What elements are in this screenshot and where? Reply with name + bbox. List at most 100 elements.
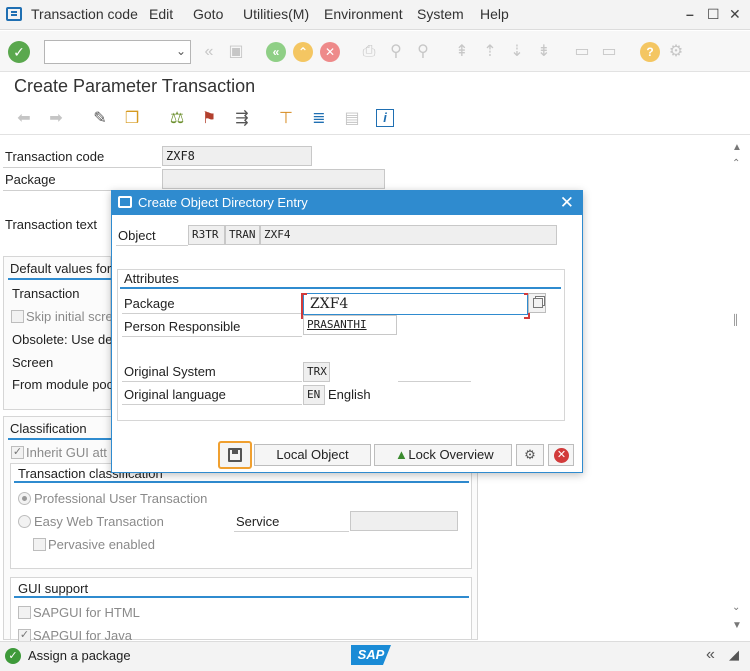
double-chevron-left-icon[interactable]: « xyxy=(200,43,218,61)
maximize-icon[interactable]: ☐ xyxy=(707,6,720,23)
scroll-down-small-icon[interactable]: ⌄ xyxy=(732,602,740,613)
display-change-icon[interactable]: ✎ xyxy=(90,109,110,129)
other-options-button[interactable]: ⚙ xyxy=(516,444,544,466)
dialog-close-icon[interactable]: ✕ xyxy=(560,193,574,213)
vertical-scrollbar[interactable]: ▲ ⌃ ║ ⌄ ▼ xyxy=(730,140,744,640)
other-object-icon[interactable]: ❒ xyxy=(122,109,142,129)
menu-edit[interactable]: Edit xyxy=(149,6,173,22)
menu-environment[interactable]: Environment xyxy=(324,6,403,22)
status-message: Assign a package xyxy=(28,648,131,663)
last-page-icon[interactable]: ⇟ xyxy=(535,43,553,61)
skip-initial-checkbox[interactable] xyxy=(11,310,24,323)
close-window-icon[interactable]: ✕ xyxy=(729,6,741,23)
from-module-label: From module poo xyxy=(12,377,114,392)
menu-help[interactable]: Help xyxy=(480,6,509,22)
obsolete-label: Obsolete: Use de xyxy=(12,332,113,347)
enter-check-icon[interactable]: ✓ xyxy=(8,41,30,63)
collapse-status-icon[interactable]: « xyxy=(706,646,715,664)
classification-header: Classification xyxy=(10,421,87,436)
menu-system[interactable]: System xyxy=(417,6,464,22)
object-list-icon[interactable]: ≣ xyxy=(309,109,329,129)
first-page-icon[interactable]: ⇞ xyxy=(453,43,471,61)
back-icon[interactable]: « xyxy=(266,42,286,62)
cancel-icon[interactable]: ✕ xyxy=(320,42,340,62)
exit-icon[interactable]: ⌃ xyxy=(293,42,313,62)
service-label: Service xyxy=(236,514,280,529)
transaction-code-field: ZXF8 xyxy=(162,146,312,166)
menu-utilities[interactable]: Utilities(M) xyxy=(243,6,309,22)
package-label: Package xyxy=(5,172,56,187)
scroll-up-small-icon[interactable]: ⌃ xyxy=(732,158,740,169)
find-icon[interactable]: ⚲ xyxy=(387,43,405,61)
sapgui-html-checkbox[interactable] xyxy=(18,606,31,619)
menu-transaction-code[interactable]: Transaction code xyxy=(31,6,138,22)
check-object-icon[interactable]: ⚖ xyxy=(167,109,187,129)
shortcut-icon[interactable]: ▭ xyxy=(600,43,618,61)
transport-icon: ⚙ xyxy=(524,447,536,462)
screen-label: Screen xyxy=(12,355,54,370)
minimize-icon[interactable]: – xyxy=(686,6,694,22)
arrow-left-icon[interactable]: ⬅ xyxy=(14,109,34,129)
settings-gear-icon[interactable]: ⚙ xyxy=(667,43,685,61)
save-button[interactable] xyxy=(218,441,252,469)
activate-icon[interactable]: ⚑ xyxy=(199,109,219,129)
object-label: Object xyxy=(118,228,156,243)
arrow-right-icon[interactable]: ➡ xyxy=(46,109,66,129)
table-icon[interactable]: ▤ xyxy=(342,109,362,129)
success-check-icon: ✓ xyxy=(5,648,21,664)
easy-web-radio[interactable] xyxy=(18,515,31,528)
sap-logo: SAP xyxy=(351,645,391,665)
scroll-up-icon[interactable]: ▲ xyxy=(732,142,742,153)
new-session-icon[interactable]: ▭ xyxy=(573,43,591,61)
help-icon[interactable]: ? xyxy=(640,42,660,62)
next-page-icon[interactable]: ⇣ xyxy=(508,43,526,61)
transaction-label: Transaction xyxy=(12,286,80,301)
dialog-titlebar: Create Object Directory Entry ✕ xyxy=(112,191,582,215)
original-language-code-field: EN xyxy=(303,385,325,405)
page-title: Create Parameter Transaction xyxy=(14,76,256,96)
sap-menu-icon[interactable] xyxy=(6,7,22,21)
object-name-field: ZXF4 xyxy=(260,225,557,245)
command-field[interactable]: ⌄ xyxy=(44,40,191,64)
package-field[interactable] xyxy=(162,169,385,189)
professional-radio[interactable] xyxy=(18,492,31,505)
easy-web-label: Easy Web Transaction xyxy=(34,514,164,529)
original-system-label: Original System xyxy=(124,364,216,379)
lock-overview-button[interactable]: ▲ Lock Overview xyxy=(374,444,512,466)
lock-overview-label: Lock Overview xyxy=(408,447,494,462)
print-icon[interactable]: ⎙ xyxy=(360,43,378,61)
cancel-x-icon: ✕ xyxy=(554,448,569,463)
person-responsible-field[interactable]: PRASANTHI xyxy=(303,315,397,335)
original-language-label: Original language xyxy=(124,387,226,402)
status-bar: ✓ Assign a package SAP « ◢ xyxy=(0,641,750,671)
cancel-button[interactable]: ✕ xyxy=(548,444,574,466)
application-toolbar: ⬅ ➡ ✎ ❒ ⚖ ⚑ ⇶ ⊤ ≣ ▤ i xyxy=(0,101,750,135)
save-icon[interactable]: ▣ xyxy=(227,43,245,61)
scroll-down-icon[interactable]: ▼ xyxy=(732,620,742,631)
local-object-button[interactable]: Local Object xyxy=(254,444,371,466)
info-icon[interactable]: i xyxy=(376,109,394,127)
original-system-field: TRX xyxy=(303,362,330,382)
hierarchy-icon[interactable]: ⊤ xyxy=(276,109,296,129)
where-used-icon[interactable]: ⇶ xyxy=(232,109,252,129)
dialog-package-label: Package xyxy=(124,296,175,311)
chevron-down-icon[interactable]: ⌄ xyxy=(176,44,186,58)
dialog-title: Create Object Directory Entry xyxy=(138,195,308,210)
value-help-icon[interactable] xyxy=(528,293,546,313)
object-type-field: TRAN xyxy=(225,225,260,245)
menu-goto[interactable]: Goto xyxy=(193,6,223,22)
system-toolbar: ✓ ⌄ « ▣ « ⌃ ✕ ⎙ ⚲ ⚲ ⇞ ⇡ ⇣ ⇟ ▭ ▭ ? ⚙ xyxy=(0,31,750,72)
dialog-package-input[interactable]: ZXF4 xyxy=(301,293,530,319)
default-values-header: Default values for xyxy=(10,261,112,276)
previous-page-icon[interactable]: ⇡ xyxy=(481,43,499,61)
status-triangle-icon[interactable]: ◢ xyxy=(729,647,739,663)
pervasive-label: Pervasive enabled xyxy=(48,537,155,552)
pervasive-checkbox[interactable] xyxy=(33,538,46,551)
inherit-gui-label: Inherit GUI att xyxy=(26,445,107,460)
menubar: Transaction code Edit Goto Utilities(M) … xyxy=(0,0,750,30)
scroll-thumb-icon[interactable]: ║ xyxy=(732,315,739,326)
service-field[interactable] xyxy=(350,511,458,531)
transaction-code-label: Transaction code xyxy=(5,149,105,164)
find-next-icon[interactable]: ⚲ xyxy=(414,43,432,61)
inherit-gui-checkbox[interactable]: ✓ xyxy=(11,446,24,459)
